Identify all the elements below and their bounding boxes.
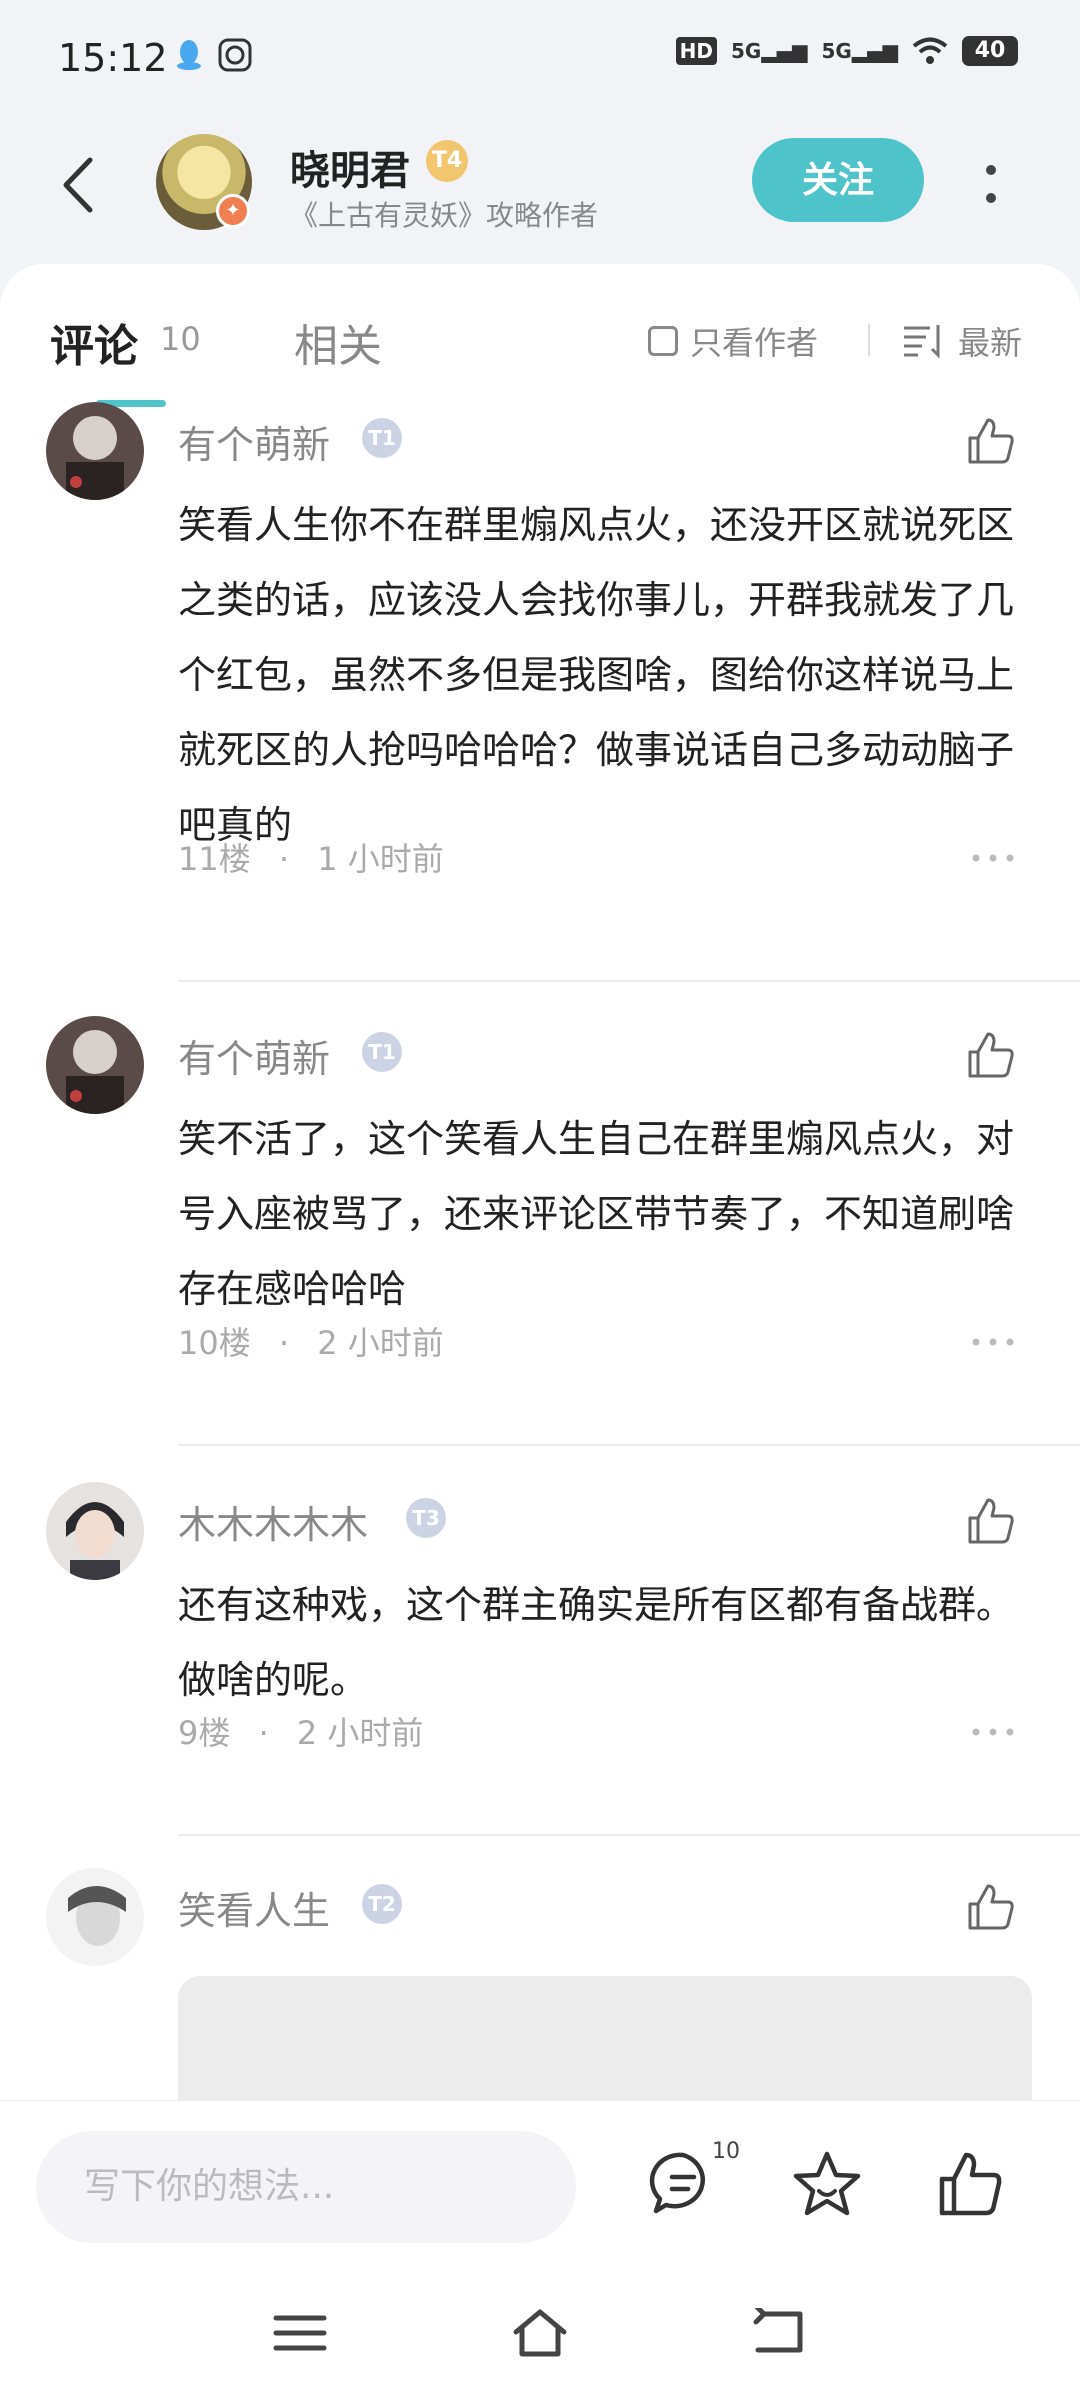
- comment-more-icon[interactable]: [968, 1332, 1018, 1352]
- sort-label: 最新: [958, 324, 1023, 362]
- star-favorite-icon[interactable]: [792, 2149, 862, 2219]
- comment-more-icon[interactable]: [968, 848, 1018, 868]
- comment-item: 有个萌新 T1 笑不活了，这个笑看人生自己在群里煽风点火，对号入座被骂了，还来评…: [0, 1016, 1080, 1362]
- comment-divider: [178, 1834, 1080, 1836]
- comment-text: 笑看人生你不在群里煽风点火，还没开区就说死区之类的话，应该没人会找你事儿，开群我…: [178, 503, 1015, 847]
- back-arrow-icon[interactable]: [50, 150, 110, 220]
- author-description: 《上古有灵妖》攻略作者: [290, 199, 599, 232]
- comment-more-icon[interactable]: [968, 1722, 1018, 1742]
- signal-5g-2: 5G▂▄▆: [821, 39, 899, 63]
- comment-count-badge: 10: [712, 2139, 740, 2164]
- wifi-icon: [912, 37, 948, 64]
- comment-divider: [178, 1444, 1080, 1446]
- comment-floor: 9楼: [178, 1714, 231, 1752]
- author-verified-icon: ✦: [216, 194, 250, 228]
- user-level-badge: T3: [406, 1498, 446, 1538]
- commenter-avatar[interactable]: [46, 1016, 144, 1114]
- comment-meta: 9楼 · 2 小时前: [178, 1714, 424, 1752]
- comment-icon[interactable]: [648, 2149, 718, 2219]
- commenter-name[interactable]: 有个萌新: [178, 1028, 330, 1083]
- comment-time: 2 小时前: [296, 1714, 424, 1752]
- user-level-badge: T1: [362, 418, 402, 458]
- tab-comments-count: 10: [160, 320, 201, 358]
- comment-meta: 11楼 · 1 小时前: [178, 840, 444, 878]
- author-only-toggle[interactable]: 只看作者: [648, 318, 818, 364]
- checkbox-icon[interactable]: [648, 326, 678, 356]
- comment-item: 笑看人生 T2: [0, 1868, 1080, 2100]
- commenter-name[interactable]: 有个萌新: [178, 414, 330, 469]
- comment-time: 1 小时前: [317, 840, 444, 878]
- tab-divider: [868, 324, 870, 356]
- home-icon[interactable]: [512, 2308, 568, 2358]
- comment-input[interactable]: 写下你的想法...: [36, 2131, 576, 2243]
- follow-button[interactable]: 关注: [752, 138, 924, 222]
- commenter-avatar[interactable]: [46, 402, 144, 500]
- author-only-label: 只看作者: [690, 324, 819, 362]
- status-bar: 15:12 HD 5G▂▄▆ 5G▂▄▆ 40: [0, 0, 1080, 118]
- comment-item: 木木木木木 T3 还有这种戏，这个群主确实是所有区都有备战群。做啥的呢。 9楼 …: [0, 1482, 1080, 1752]
- signal-5g-1: 5G▂▄▆: [731, 39, 808, 63]
- status-indicators: HD 5G▂▄▆ 5G▂▄▆ 40: [675, 36, 1018, 66]
- commenter-name[interactable]: 笑看人生: [178, 1880, 330, 1935]
- comment-meta: 10楼 · 2 小时前: [178, 1324, 444, 1362]
- hd-badge: HD: [675, 37, 717, 65]
- comment-floor: 11楼: [178, 840, 251, 878]
- user-level-badge: T1: [362, 1032, 402, 1072]
- menu-icon[interactable]: [272, 2308, 328, 2358]
- app-notification-icon: [218, 38, 252, 72]
- qq-notification-icon: [177, 40, 201, 70]
- status-time: 15:12: [58, 36, 168, 80]
- comment-item: 有个萌新 T1 笑看人生你不在群里煽风点火，还没开区就说死区之类的话，应该没人会…: [0, 402, 1080, 878]
- tab-bar: 评论 10 相关 只看作者 最新: [0, 264, 1080, 407]
- tab-comments[interactable]: 评论: [50, 310, 138, 374]
- back-nav-icon[interactable]: [752, 2308, 808, 2358]
- comment-time: 2 小时前: [317, 1324, 444, 1362]
- battery-indicator: 40: [962, 36, 1018, 66]
- author-level-badge: T4: [426, 140, 468, 182]
- comment-text: 还有这种戏，这个群主确实是所有区都有备战群。做啥的呢。: [178, 1583, 1015, 1702]
- author-header: ✦ 晓明君 T4 《上古有灵妖》攻略作者 关注: [0, 118, 1080, 268]
- system-nav-bar: [0, 2260, 1080, 2400]
- sort-button[interactable]: 最新: [902, 318, 1022, 364]
- thumbs-up-icon[interactable]: [936, 2149, 1006, 2219]
- comment-input-bar: 写下你的想法... 10: [0, 2100, 1080, 2260]
- author-name[interactable]: 晓明君: [290, 138, 410, 196]
- thumbs-up-icon[interactable]: [966, 1030, 1016, 1080]
- more-options-icon[interactable]: [976, 156, 1006, 216]
- thumbs-up-icon[interactable]: [966, 1496, 1016, 1546]
- sort-icon: [904, 325, 940, 359]
- comment-floor: 10楼: [178, 1324, 251, 1362]
- comments-panel: 评论 10 相关 只看作者 最新 有个萌新 T1 笑看人生你不在群里煽风点火，还…: [0, 264, 1080, 2100]
- thumbs-up-icon[interactable]: [966, 416, 1016, 466]
- tab-related[interactable]: 相关: [294, 310, 382, 374]
- comment-image[interactable]: [178, 1976, 1032, 2100]
- commenter-avatar[interactable]: [46, 1868, 144, 1966]
- commenter-avatar[interactable]: [46, 1482, 144, 1580]
- comment-text: 笑不活了，这个笑看人生自己在群里煽风点火，对号入座被骂了，还来评论区带节奏了，不…: [178, 1117, 1015, 1311]
- user-level-badge: T2: [362, 1884, 402, 1924]
- commenter-name[interactable]: 木木木木木: [178, 1494, 368, 1549]
- comment-divider: [178, 980, 1080, 982]
- thumbs-up-icon[interactable]: [966, 1882, 1016, 1932]
